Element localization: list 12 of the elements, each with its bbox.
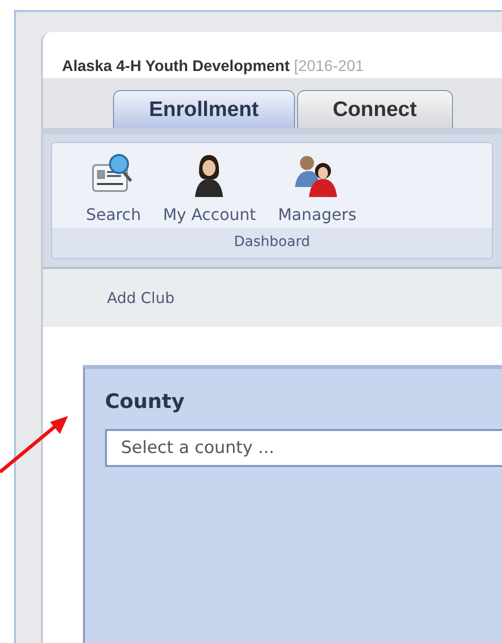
ribbon-group-label: Dashboard <box>52 228 492 258</box>
tab[interactable]: Connect <box>296 90 453 128</box>
ribbon-button[interactable]: Search <box>82 151 145 224</box>
county-heading: County <box>105 389 186 413</box>
county-select-field[interactable]: Select a county ... <box>105 429 502 467</box>
ribbon-button[interactable]: My Account <box>158 151 260 224</box>
tab[interactable]: Enrollment <box>113 90 295 128</box>
annotation-arrow <box>0 416 68 474</box>
ribbon-button[interactable]: Managers <box>274 151 360 224</box>
site-title: Alaska 4-H Youth Development <box>62 58 290 75</box>
add-club-link[interactable]: Add Club <box>107 289 174 307</box>
year-range: [2016-201 <box>294 58 364 75</box>
